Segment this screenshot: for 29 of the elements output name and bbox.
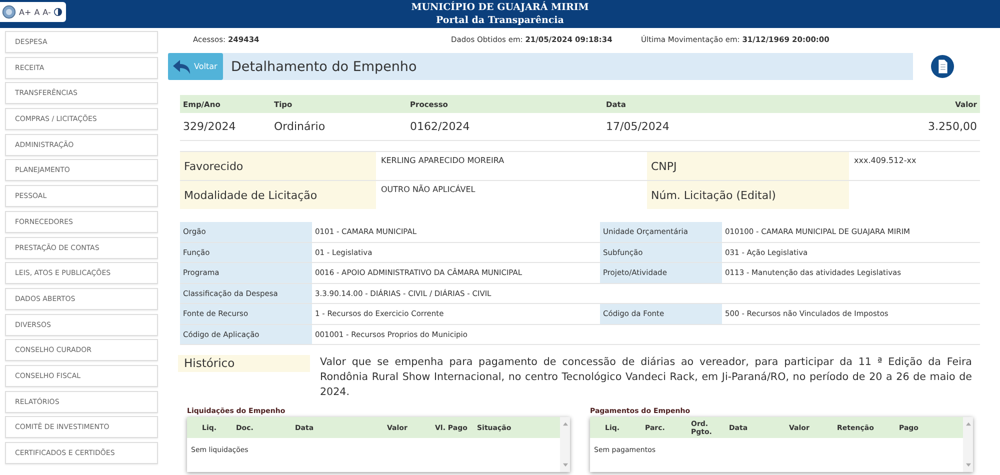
field-value: OUTRO NÃO APLICÁVEL xyxy=(376,180,647,209)
contrast-icon[interactable] xyxy=(54,8,62,16)
back-arrow-icon xyxy=(172,58,192,74)
font-size-button[interactable]: A- xyxy=(42,8,51,16)
globe-icon[interactable] xyxy=(2,5,16,19)
field-label: CNPJ xyxy=(647,152,849,180)
scroll-up-icon[interactable] xyxy=(562,422,568,426)
field-label: Favorecido xyxy=(180,152,376,180)
table-cell: 329/2024 xyxy=(180,113,271,140)
table-cell: Ordinário xyxy=(271,113,407,140)
scrollbar[interactable] xyxy=(560,417,570,472)
history-text: Valor que se empenha para pagamento de concessão de diárias ao vereador, para participar da 11 ª Edição da Feira Rondônia Rural Show Internacional, no centro Tecnológico Vandeci Rack, em Ji-Paraná/RO, no período de 20 a 26 de maio de 2024. xyxy=(320,355,972,400)
field-label: Modalidade de Licitação xyxy=(180,180,376,209)
scroll-down-icon[interactable] xyxy=(562,463,568,467)
table-cell: 0162/2024 xyxy=(407,113,603,140)
scroll-up-icon[interactable] xyxy=(966,422,970,426)
history-label: Histórico xyxy=(178,355,310,372)
font-size-button[interactable]: A xyxy=(34,8,40,16)
field-label: Núm. Licitação (Edital) xyxy=(647,180,849,209)
scroll-down-icon[interactable] xyxy=(966,463,970,467)
document-icon[interactable] xyxy=(931,55,954,78)
field-value: xxx.409.512-xx xyxy=(849,152,980,180)
site-title: MUNICÍPIO DE GUAJARÁ MIRIM xyxy=(411,1,589,14)
table-cell: 3.250,00 xyxy=(813,113,980,140)
table-cell: 17/05/2024 xyxy=(603,113,814,140)
scrollbar[interactable] xyxy=(963,417,973,472)
site-subtitle: Portal da Transparência xyxy=(435,14,565,27)
page-title: Detalhamento do Empenho xyxy=(231,58,417,74)
font-size-button[interactable]: A+ xyxy=(19,8,32,16)
